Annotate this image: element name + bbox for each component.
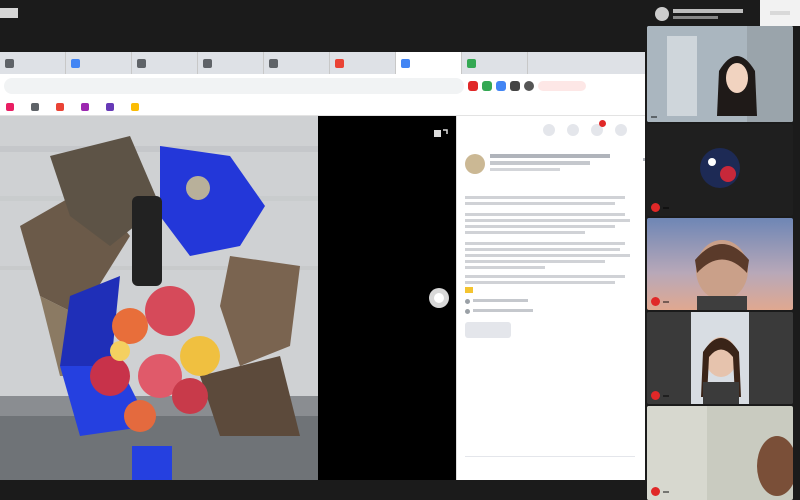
muted-mic-icon <box>651 391 660 400</box>
post-paragraph-1 <box>465 196 635 205</box>
menu-icon[interactable] <box>543 124 555 136</box>
browser-tab[interactable] <box>462 52 528 74</box>
participant-2-namebar <box>651 203 669 212</box>
tab-favicon-icon <box>401 58 410 68</box>
photo-viewer-backdrop <box>318 116 456 480</box>
bookmark-favicon-icon <box>131 102 139 111</box>
bookmark-item[interactable] <box>106 102 117 111</box>
post-header-icons <box>543 120 627 136</box>
browser-tab[interactable] <box>132 52 198 74</box>
participant-tile-1[interactable] <box>647 26 793 122</box>
presenter-name <box>673 9 743 13</box>
reactions-bar <box>465 456 635 457</box>
extension-green-icon[interactable] <box>482 81 492 91</box>
participant-tile-3[interactable] <box>647 218 793 310</box>
bookmark-item[interactable] <box>131 102 142 111</box>
bookmark-item[interactable] <box>81 102 92 111</box>
participant-5-name <box>663 490 669 493</box>
participant-3-name <box>663 300 669 303</box>
participant-4-name <box>663 394 669 397</box>
browser-tab[interactable] <box>264 52 330 74</box>
post-action-button[interactable] <box>465 322 511 338</box>
browser-toolbar <box>0 74 645 98</box>
tab-favicon-icon <box>71 58 80 68</box>
address-bar[interactable] <box>4 78 464 94</box>
tab-favicon-icon <box>203 58 212 68</box>
presenter-indicator[interactable] <box>655 3 750 25</box>
bouquet-photo[interactable] <box>0 116 318 480</box>
bookmark-favicon-icon <box>81 102 89 111</box>
participant-4-namebar <box>651 391 669 400</box>
browser-tab[interactable] <box>396 52 462 74</box>
post-paragraph-2 <box>465 213 635 234</box>
tab-favicon-icon <box>5 58 14 68</box>
post-body <box>465 196 635 338</box>
account-icon[interactable] <box>615 124 627 136</box>
participant-tile-4[interactable] <box>647 312 793 404</box>
screen <box>0 0 800 500</box>
post-time <box>490 168 560 171</box>
muted-mic-icon <box>651 487 660 496</box>
extension-dark-icon[interactable] <box>510 81 520 91</box>
bookmark-item[interactable] <box>31 102 42 111</box>
post-author[interactable] <box>490 154 610 158</box>
tab-favicon-icon <box>467 58 476 68</box>
author-avatar[interactable] <box>465 154 485 174</box>
participant-5-namebar <box>651 487 669 496</box>
notifications-icon[interactable] <box>591 120 606 136</box>
participant-tile-5[interactable] <box>647 406 793 500</box>
participant-1-name <box>651 116 657 118</box>
list-item <box>465 309 635 314</box>
view-options-button[interactable] <box>760 0 800 26</box>
messenger-icon[interactable] <box>567 124 579 136</box>
tab-favicon-icon <box>269 58 278 68</box>
muted-mic-icon <box>651 203 660 212</box>
bouquet-image <box>0 116 318 480</box>
tab-strip <box>0 52 645 74</box>
expand-icon[interactable] <box>434 124 448 137</box>
participant-gallery <box>645 26 800 500</box>
bookmark-item[interactable] <box>56 102 67 111</box>
extension-blue-icon[interactable] <box>496 81 506 91</box>
post-author-row <box>465 154 645 174</box>
post-paragraph-4 <box>465 275 635 293</box>
participant-2-avatar <box>700 148 740 188</box>
participant-3-namebar <box>651 297 669 306</box>
muted-mic-icon <box>651 297 660 306</box>
bookmark-favicon-icon <box>56 102 64 111</box>
bookmarks-bar <box>0 98 645 116</box>
tab-favicon-icon <box>335 58 344 68</box>
browser-tab[interactable] <box>66 52 132 74</box>
post-list <box>465 299 635 314</box>
post-panel <box>456 116 645 480</box>
bookmark-favicon-icon <box>31 102 39 111</box>
cursor-icon <box>428 286 450 310</box>
bookmark-favicon-icon <box>106 102 114 111</box>
meeting-label <box>0 8 18 18</box>
browser-tab[interactable] <box>0 52 66 74</box>
update-button[interactable] <box>538 81 586 91</box>
browser-tab[interactable] <box>198 52 264 74</box>
shared-browser-window <box>0 52 645 480</box>
list-item <box>465 299 635 304</box>
bookmark-item[interactable] <box>6 102 17 111</box>
profile-avatar[interactable] <box>524 81 534 91</box>
presenter-sub <box>673 16 718 19</box>
tab-favicon-icon <box>137 58 146 68</box>
extension-red-icon[interactable] <box>468 81 478 91</box>
participant-tile-2[interactable] <box>647 124 793 216</box>
participant-2-name <box>663 206 669 209</box>
presenter-avatar <box>655 7 669 21</box>
browser-tab[interactable] <box>330 52 396 74</box>
meeting-bottom-strip <box>0 480 645 500</box>
bookmark-favicon-icon <box>6 102 14 111</box>
post-paragraph-3 <box>465 242 635 269</box>
participant-1-namebar <box>651 116 657 118</box>
